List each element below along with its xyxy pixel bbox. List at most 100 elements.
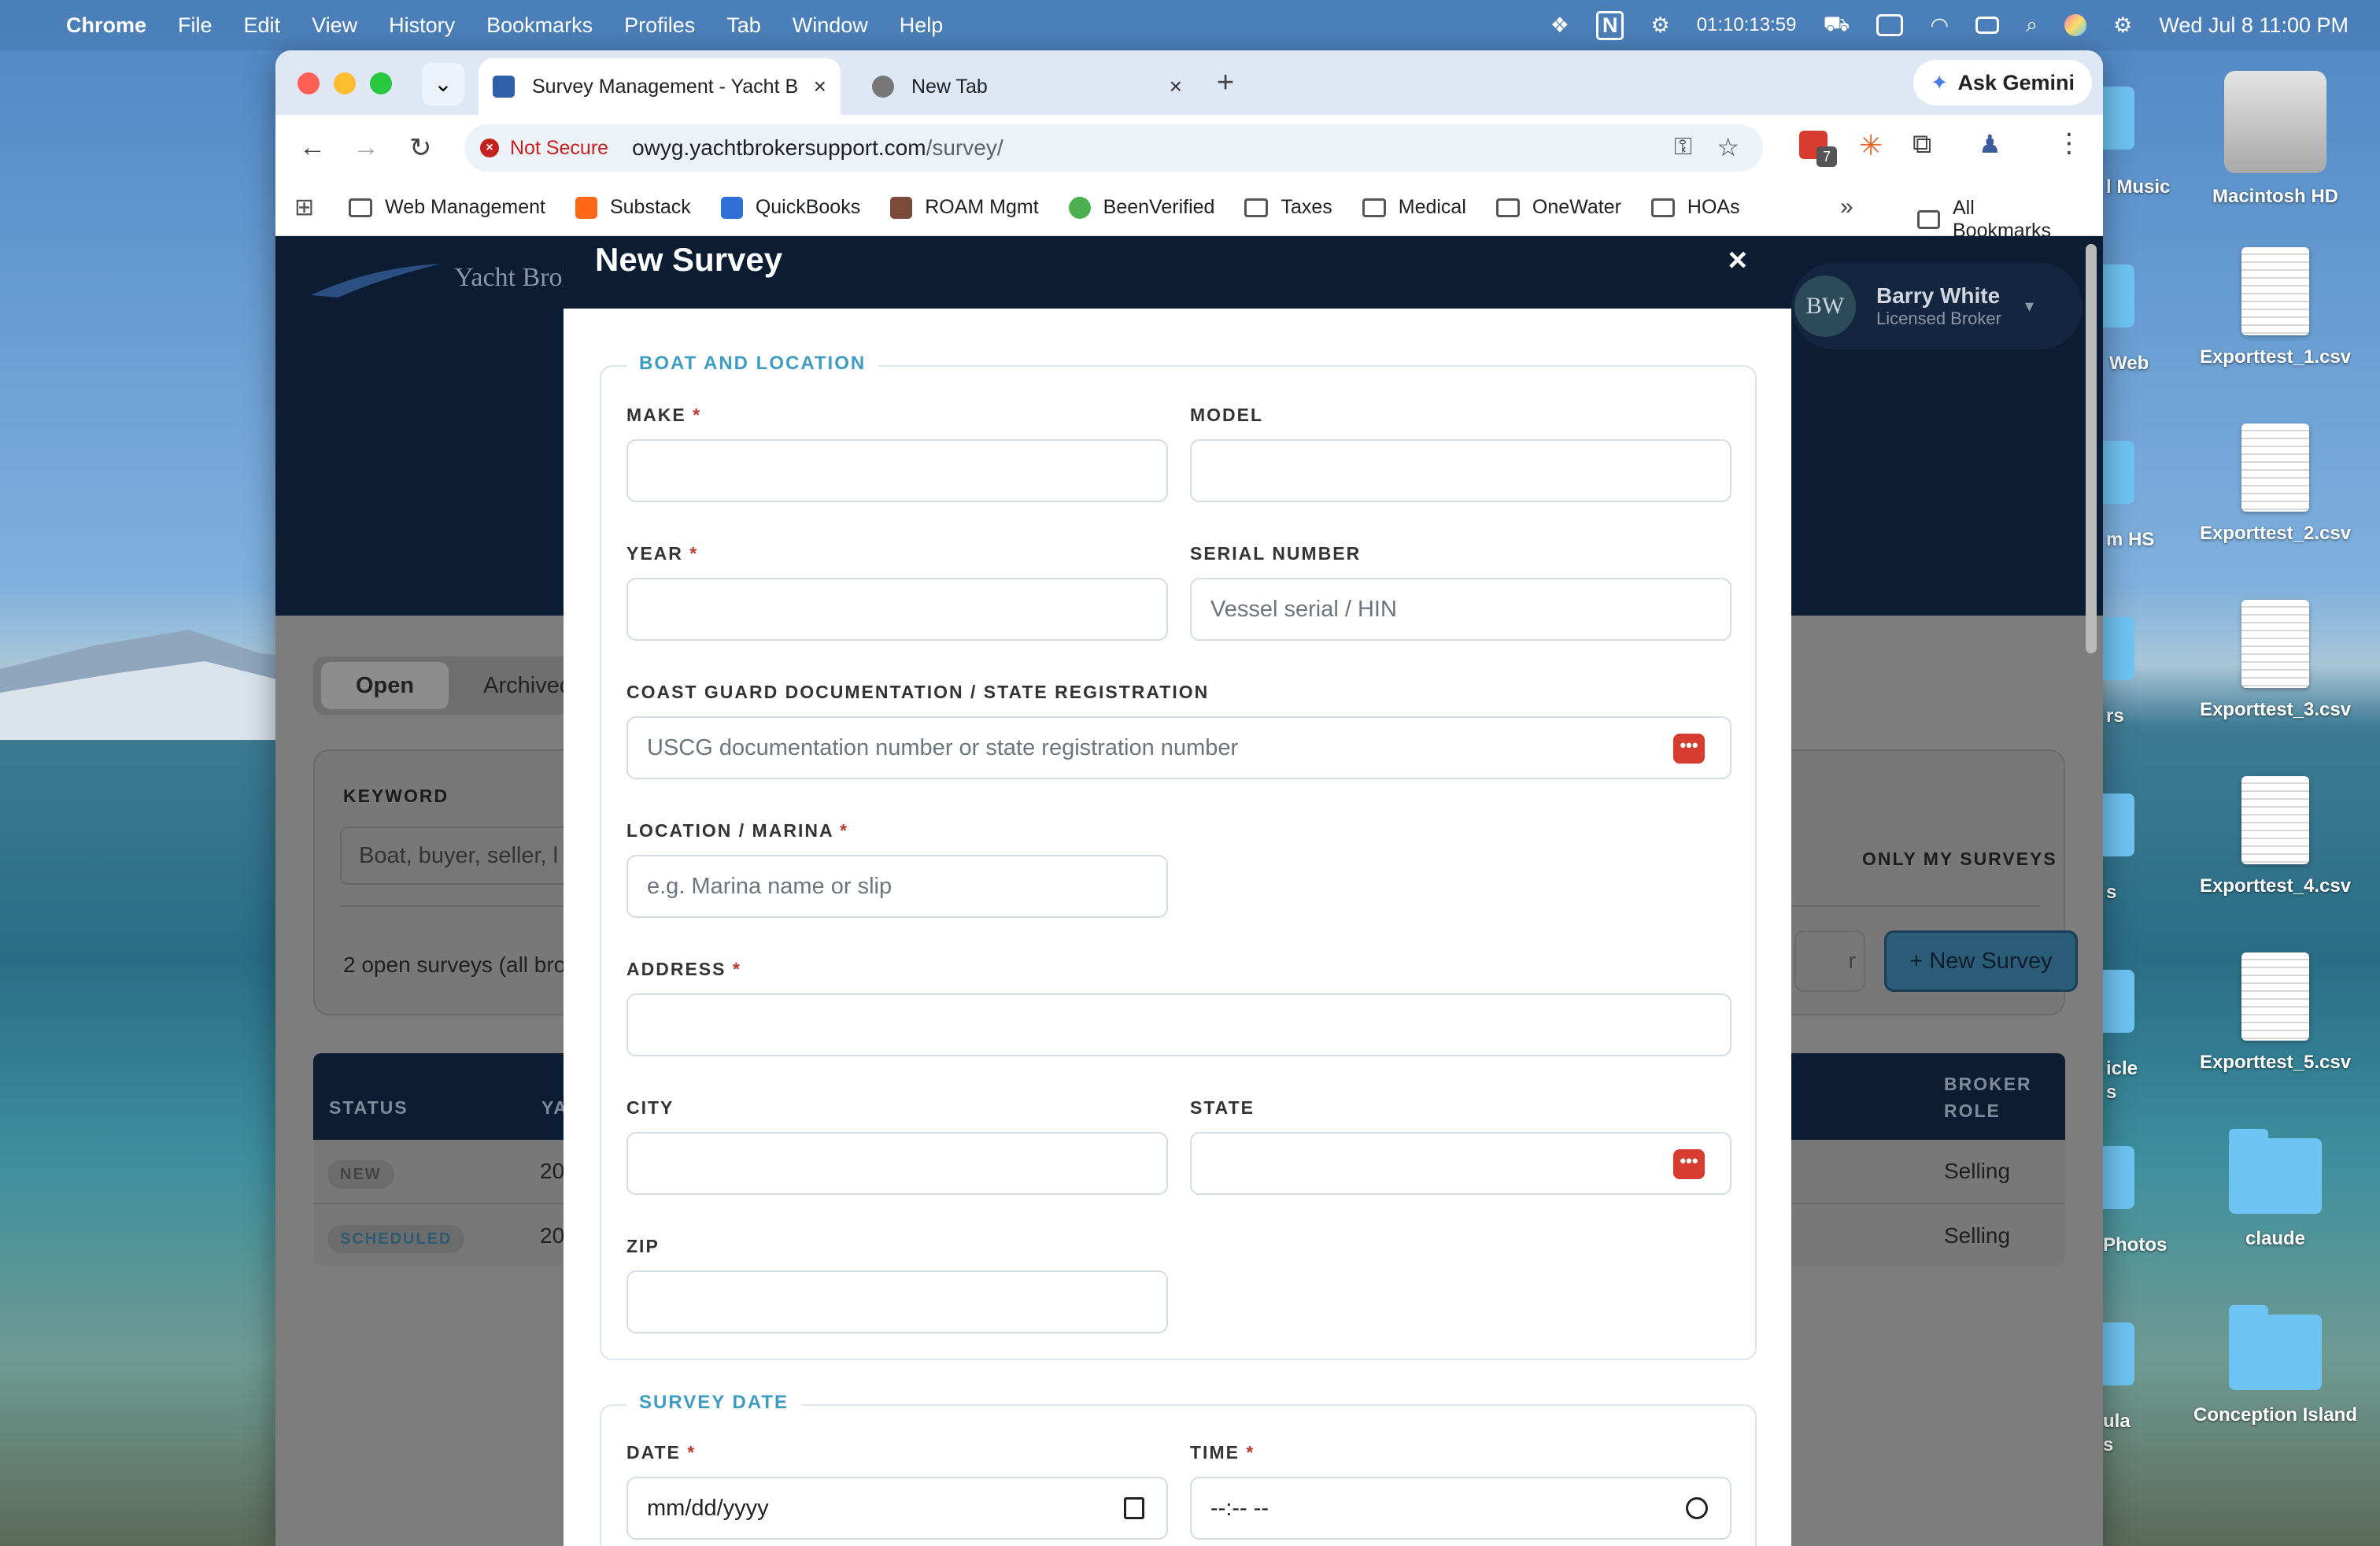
serial-number-input[interactable]: Vessel serial / HIN (1190, 578, 1731, 641)
close-window-button[interactable] (298, 72, 320, 94)
app-menu[interactable]: Chrome (66, 13, 146, 38)
desktop-item-exporttest-2[interactable]: Exporttest_2.csv (2185, 423, 2366, 545)
password-key-icon[interactable]: ⚿ (1674, 134, 1692, 161)
profile-icon[interactable]: ♟ (1979, 129, 2001, 159)
bookmark-label: BeenVerified (1103, 196, 1215, 218)
page-scrollbar[interactable] (2086, 244, 2097, 653)
notion-icon[interactable]: N (1595, 10, 1624, 40)
time-input[interactable]: --:-- -- (1190, 1477, 1731, 1540)
forward-arrow-icon[interactable]: → (353, 132, 379, 163)
section-legend: BOAT AND LOCATION (626, 353, 879, 375)
zip-input[interactable] (626, 1270, 1168, 1333)
menu-file[interactable]: File (178, 13, 213, 38)
keyboard-icon[interactable] (1975, 17, 2000, 34)
control-center-icon[interactable]: ⚙ (2113, 13, 2132, 38)
coast-guard-input[interactable]: USCG documentation number or state regis… (626, 716, 1731, 779)
ask-gemini-button[interactable]: ✦ Ask Gemini (1913, 60, 2092, 105)
only-my-surveys-label[interactable]: ONLY MY SURVEYS (1862, 849, 2057, 870)
address-bar[interactable]: × Not Secure owyg.yachtbrokersupport.com… (464, 124, 1763, 172)
folder-icon[interactable] (2103, 264, 2134, 327)
state-input[interactable]: ••• (1190, 1132, 1731, 1195)
tab-open[interactable]: Open (321, 662, 449, 709)
bookmark-medical[interactable]: Medical (1362, 196, 1466, 219)
folder-icon[interactable] (2103, 970, 2134, 1033)
minimize-window-button[interactable] (334, 72, 356, 94)
new-tab-plus-icon[interactable]: + (1217, 66, 1234, 100)
calendar-icon[interactable] (1124, 1497, 1144, 1519)
clear-filters-button[interactable]: r (1794, 930, 1865, 992)
extensions-puzzle-icon[interactable]: ⧉ (1913, 129, 1931, 160)
model-input[interactable] (1190, 439, 1731, 502)
user-menu[interactable]: BW Barry White Licensed Broker ▾ (1791, 263, 2082, 350)
city-input[interactable] (626, 1132, 1168, 1195)
folder-icon[interactable] (2103, 1322, 2134, 1385)
timer-readout[interactable]: 01:10:13:59 (1697, 14, 1797, 36)
menu-window[interactable]: Window (793, 13, 868, 38)
chrome-menu-icon[interactable]: ⋮ (2056, 128, 2082, 159)
clipboard-icon[interactable]: ⚙ (1650, 13, 1669, 38)
not-secure-indicator[interactable]: × Not Secure (480, 137, 608, 160)
folder-icon (1650, 198, 1675, 217)
menu-bar-clock[interactable]: Wed Jul 8 11:00 PM (2159, 13, 2349, 38)
bookmark-quickbooks[interactable]: QuickBooks (720, 196, 860, 219)
site-logo[interactable]: Yacht Brol (307, 260, 570, 299)
reload-icon[interactable]: ↻ (409, 132, 432, 164)
car-icon[interactable]: ⛟ (1823, 12, 1850, 39)
desktop-item-exporttest-1[interactable]: Exporttest_1.csv (2185, 247, 2366, 368)
desktop-item-exporttest-4[interactable]: Exporttest_4.csv (2185, 776, 2366, 897)
close-tab-icon[interactable]: × (1170, 74, 1182, 99)
desktop-item-conception-island[interactable]: Conception Island (2185, 1305, 2366, 1426)
bookmark-web-management[interactable]: Web Management (349, 196, 545, 219)
menu-tab[interactable]: Tab (726, 13, 761, 38)
bookmark-roam-mgmt[interactable]: ROAM Mgmt (890, 196, 1039, 219)
year-input[interactable] (626, 578, 1168, 641)
battery-icon[interactable] (1876, 14, 1904, 36)
folder-icon[interactable] (2103, 441, 2134, 504)
address-input[interactable] (626, 993, 1731, 1056)
zoom-window-button[interactable] (370, 72, 392, 94)
clock-icon[interactable] (1686, 1497, 1708, 1519)
bookmark-star-icon[interactable]: ☆ (1717, 132, 1739, 162)
bookmark-hoas[interactable]: HOAs (1650, 196, 1740, 219)
menu-bookmarks[interactable]: Bookmarks (486, 13, 593, 38)
new-survey-button[interactable]: + New Survey (1884, 930, 2078, 992)
make-input[interactable] (626, 439, 1168, 502)
password-manager-icon[interactable]: ••• (1673, 734, 1705, 764)
menu-help[interactable]: Help (900, 13, 944, 38)
tab-search-chevron-icon[interactable]: ⌄ (422, 63, 464, 105)
menu-edit[interactable]: Edit (244, 13, 281, 38)
desktop-item-claude[interactable]: claude (2185, 1129, 2366, 1250)
back-arrow-icon[interactable]: ← (299, 132, 326, 163)
bookmark-beenverified[interactable]: BeenVerified (1068, 196, 1215, 219)
menu-view[interactable]: View (312, 13, 357, 38)
bookmark-substack[interactable]: Substack (575, 196, 691, 219)
close-tab-icon[interactable]: × (814, 74, 826, 99)
desktop-item-macintosh-hd[interactable]: Macintosh HD (2185, 71, 2366, 208)
desktop-item-exporttest-5[interactable]: Exporttest_5.csv (2185, 952, 2366, 1074)
folder-icon[interactable] (2103, 617, 2134, 680)
siri-icon[interactable] (2064, 14, 2087, 36)
menu-history[interactable]: History (389, 13, 455, 38)
tab-survey-management[interactable]: Survey Management - Yacht B × (479, 58, 841, 115)
more-bookmarks-chevron-icon[interactable]: » (1840, 194, 1853, 220)
folder-icon[interactable] (2103, 793, 2134, 856)
wifi-icon[interactable]: ◠ (1930, 13, 1949, 38)
bookmark-taxes[interactable]: Taxes (1244, 196, 1332, 219)
claude-extension-icon[interactable]: ✳ (1859, 129, 1883, 162)
close-icon[interactable]: × (1728, 241, 1747, 279)
folder-icon[interactable] (2103, 1146, 2134, 1209)
tab-new-tab[interactable]: New Tab × (858, 58, 1196, 115)
ask-gemini-label: Ask Gemini (1957, 70, 2075, 94)
folder-icon[interactable] (2103, 87, 2134, 150)
password-manager-icon[interactable]: ••• (1673, 1149, 1705, 1179)
dropbox-icon[interactable]: ❖ (1550, 13, 1569, 38)
apps-grid-icon[interactable]: ⊞ (294, 194, 314, 221)
menu-profiles[interactable]: Profiles (624, 13, 695, 38)
date-input[interactable]: mm/dd/yyyy (626, 1477, 1168, 1540)
tab-title: New Tab (911, 75, 988, 98)
desktop-item-exporttest-3[interactable]: Exporttest_3.csv (2185, 600, 2366, 721)
spotlight-search-icon[interactable]: ⌕ (2026, 13, 2038, 38)
location-marina-input[interactable]: e.g. Marina name or slip (626, 855, 1168, 918)
url-text[interactable]: owyg.yachtbrokersupport.com/survey/ (632, 135, 1003, 161)
bookmark-onewater[interactable]: OneWater (1495, 196, 1621, 219)
